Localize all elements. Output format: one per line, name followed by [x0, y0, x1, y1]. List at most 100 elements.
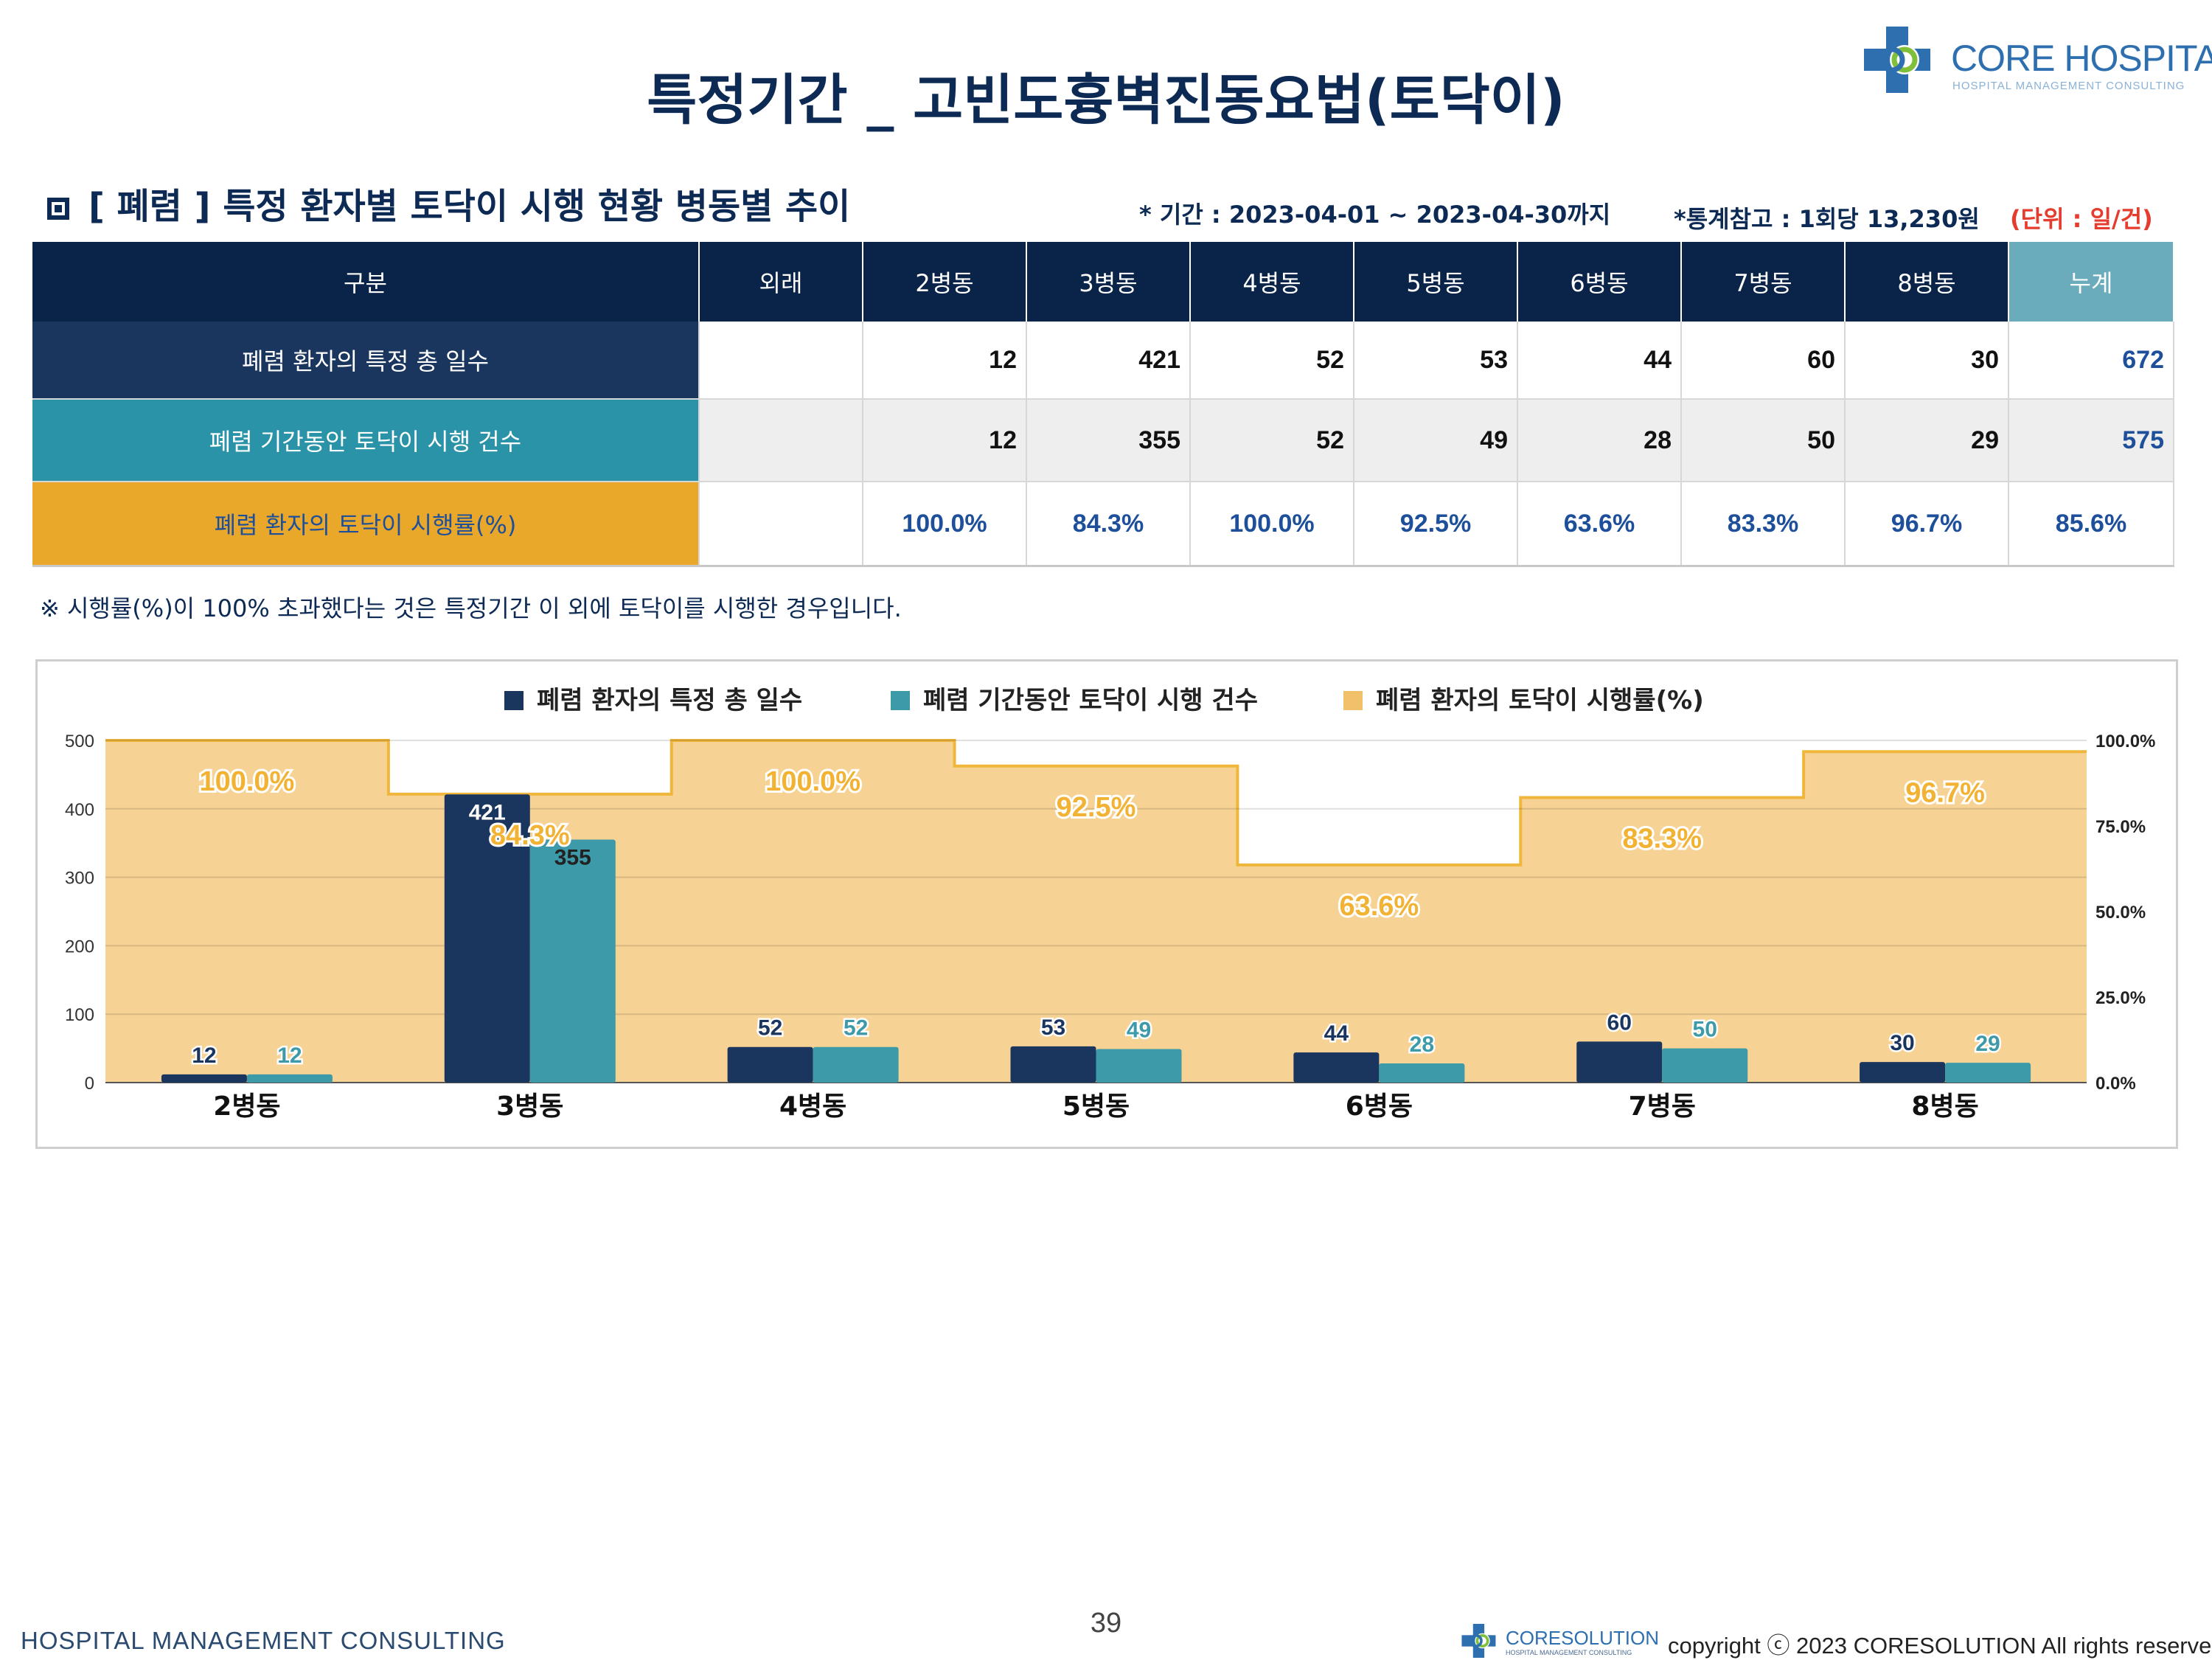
bar-days — [1293, 1052, 1380, 1083]
bar-count — [1379, 1063, 1465, 1083]
period-note: * 기간 : 2023-04-01 ~ 2023-04-30까지 — [1139, 201, 1611, 229]
data-label-days: 12 — [192, 1043, 216, 1068]
y-right-tick: 0.0% — [2096, 1074, 2136, 1094]
header-total: 누계 — [2008, 242, 2174, 322]
table-cell: 84.3% — [1026, 482, 1191, 567]
data-label-count: 12 — [277, 1043, 302, 1068]
table-cell-total: 575 — [2008, 399, 2174, 482]
x-tick-label: 4병동 — [779, 1091, 846, 1122]
x-tick-label: 3병동 — [496, 1091, 563, 1122]
header-ward-3: 3병동 — [1026, 242, 1191, 322]
header-ward-5: 5병동 — [1354, 242, 1518, 322]
table-cell — [699, 482, 863, 567]
bar-count — [246, 1074, 333, 1083]
data-label-rate: 92.5% — [1057, 792, 1136, 823]
section-title-text: [ 폐렴 ] 특정 환자별 토닥이 시행 현황 병동별 추이 — [88, 186, 851, 227]
header-ward-7: 7병동 — [1681, 242, 1846, 322]
data-label-rate: 96.7% — [1905, 777, 1985, 808]
legend-label: 폐렴 환자의 토닥이 시행률(%) — [1376, 686, 1704, 715]
table-row: 폐렴 환자의 토닥이 시행률(%) 100.0% 84.3% 100.0% 92… — [32, 482, 2174, 567]
header-ward-4: 4병동 — [1190, 242, 1354, 322]
bar-count — [813, 1046, 899, 1083]
y-left-tick: 500 — [65, 732, 94, 751]
hospital-cross-icon — [1461, 1624, 1496, 1658]
table-cell — [699, 322, 863, 400]
row-label: 폐렴 기간동안 토닥이 시행 건수 — [32, 399, 700, 482]
legend-swatch — [504, 691, 524, 710]
bar-days — [1860, 1062, 1946, 1083]
footer-logo-subtitle: HOSPITAL MANAGEMENT CONSULTING — [1506, 1649, 1632, 1656]
table-header-row: 구분 외래 2병동 3병동 4병동 5병동 6병동 7병동 8병동 누계 — [32, 242, 2174, 322]
data-label-days: 30 — [1890, 1031, 1914, 1055]
table-cell: 52 — [1190, 399, 1354, 482]
unit-label: (단위 : 일/건) — [2010, 205, 2153, 233]
header-category: 구분 — [32, 242, 700, 322]
table-cell: 100.0% — [1190, 482, 1354, 567]
table-cell: 92.5% — [1354, 482, 1518, 567]
legend-label: 폐렴 환자의 특정 총 일수 — [537, 686, 802, 715]
bar-days — [727, 1046, 813, 1083]
data-label-days: 52 — [758, 1016, 782, 1041]
data-label-rate: 84.3% — [490, 820, 570, 851]
y-left-tick: 100 — [65, 1005, 94, 1025]
table-cell-total: 85.6% — [2008, 482, 2174, 567]
row-label: 폐렴 환자의 특정 총 일수 — [32, 322, 700, 400]
data-label-days: 60 — [1607, 1010, 1632, 1035]
y-right-tick: 25.0% — [2096, 988, 2146, 1008]
table-cell: 30 — [1845, 322, 2009, 400]
x-tick-label: 8병동 — [1911, 1091, 1978, 1122]
x-tick-label: 5병동 — [1062, 1091, 1130, 1122]
bar-days — [161, 1074, 247, 1083]
bar-count — [529, 839, 616, 1083]
legend-label: 폐렴 기간동안 토닥이 시행 건수 — [923, 686, 1258, 715]
legend-swatch — [891, 691, 910, 710]
bar-count — [1945, 1063, 2031, 1083]
table-cell: 52 — [1190, 322, 1354, 400]
stat-reference: *통계참고 : 1회당 13,230원 — [1674, 205, 1980, 233]
data-label-days: 53 — [1041, 1015, 1065, 1040]
square-bullet-icon — [47, 198, 69, 220]
x-tick-label: 2병동 — [213, 1091, 280, 1122]
data-label-count: 29 — [1975, 1032, 2000, 1056]
bar-days — [1010, 1046, 1096, 1083]
data-label-rate: 63.6% — [1339, 891, 1419, 922]
table-row: 폐렴 환자의 특정 총 일수 12 421 52 53 44 60 30 672 — [32, 322, 2174, 400]
y-right-tick: 75.0% — [2096, 817, 2146, 837]
x-tick-label: 7병동 — [1629, 1091, 1696, 1122]
y-left-tick: 400 — [65, 800, 94, 820]
bar-days — [1576, 1041, 1663, 1083]
table-cell: 12 — [863, 399, 1027, 482]
table-cell: 421 — [1026, 322, 1191, 400]
table-cell: 28 — [1517, 399, 1682, 482]
footnote: ※ 시행률(%)이 100% 초과했다는 것은 특정기간 이 외에 토닥이를 시… — [40, 594, 902, 622]
table-cell: 60 — [1681, 322, 1846, 400]
x-tick-label: 6병동 — [1346, 1091, 1413, 1122]
table-cell — [699, 399, 863, 482]
data-label-days: 44 — [1324, 1021, 1349, 1046]
header-outpatient: 외래 — [699, 242, 863, 322]
table-cell: 50 — [1681, 399, 1846, 482]
data-label-rate: 100.0% — [199, 766, 294, 797]
table-cell: 63.6% — [1517, 482, 1682, 567]
data-label-count: 28 — [1410, 1032, 1434, 1057]
row-label: 폐렴 환자의 토닥이 시행률(%) — [32, 482, 700, 567]
header-ward-8: 8병동 — [1845, 242, 2009, 322]
copyright: copyright ⓒ 2023 CORESOLUTION All rights… — [1668, 1633, 2212, 1659]
legend-swatch — [1343, 691, 1363, 710]
y-right-tick: 50.0% — [2096, 903, 2146, 923]
bar-count — [1096, 1049, 1182, 1083]
header-ward-2: 2병동 — [863, 242, 1027, 322]
table-cell: 83.3% — [1681, 482, 1846, 567]
table-cell: 53 — [1354, 322, 1518, 400]
ward-chart: 0 100 200 300 400 500 0.0% 25.0% 50.0% 75.0% 100.0… — [65, 686, 2155, 1122]
data-label-count: 52 — [844, 1016, 868, 1041]
y-left-tick: 0 — [85, 1074, 94, 1094]
coresolution-logo: CORESOLUTION HOSPITAL MANAGEMENT CONSULT… — [1460, 1622, 1659, 1659]
y-left-tick: 200 — [65, 937, 94, 956]
data-label-count: 49 — [1127, 1018, 1151, 1043]
table-cell: 96.7% — [1845, 482, 2009, 567]
y-right-tick: 100.0% — [2096, 732, 2155, 751]
header-ward-6: 6병동 — [1517, 242, 1682, 322]
table-row: 폐렴 기간동안 토닥이 시행 건수 12 355 52 49 28 50 29 … — [32, 399, 2174, 482]
table-cell: 49 — [1354, 399, 1518, 482]
